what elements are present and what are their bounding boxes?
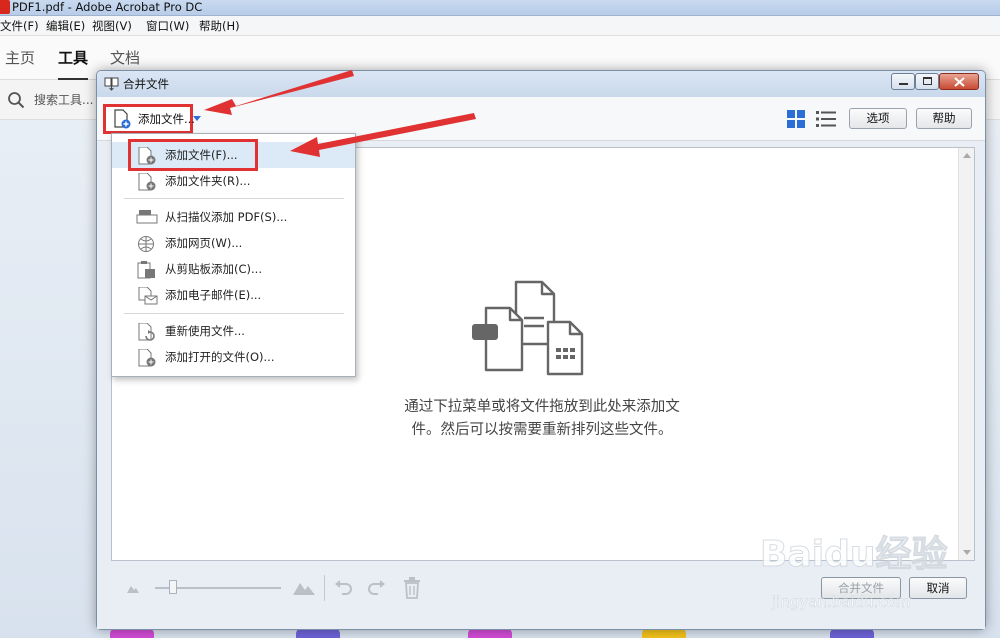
watermark-brand: Baidu经验 xyxy=(759,534,948,576)
watermark-url: jingyan.baidu.com xyxy=(772,593,911,611)
annotation-arrow xyxy=(204,70,354,115)
baidu-watermark: Baidu经验 jingyan.baidu.com xyxy=(759,525,990,625)
annotation-arrow xyxy=(290,113,476,157)
